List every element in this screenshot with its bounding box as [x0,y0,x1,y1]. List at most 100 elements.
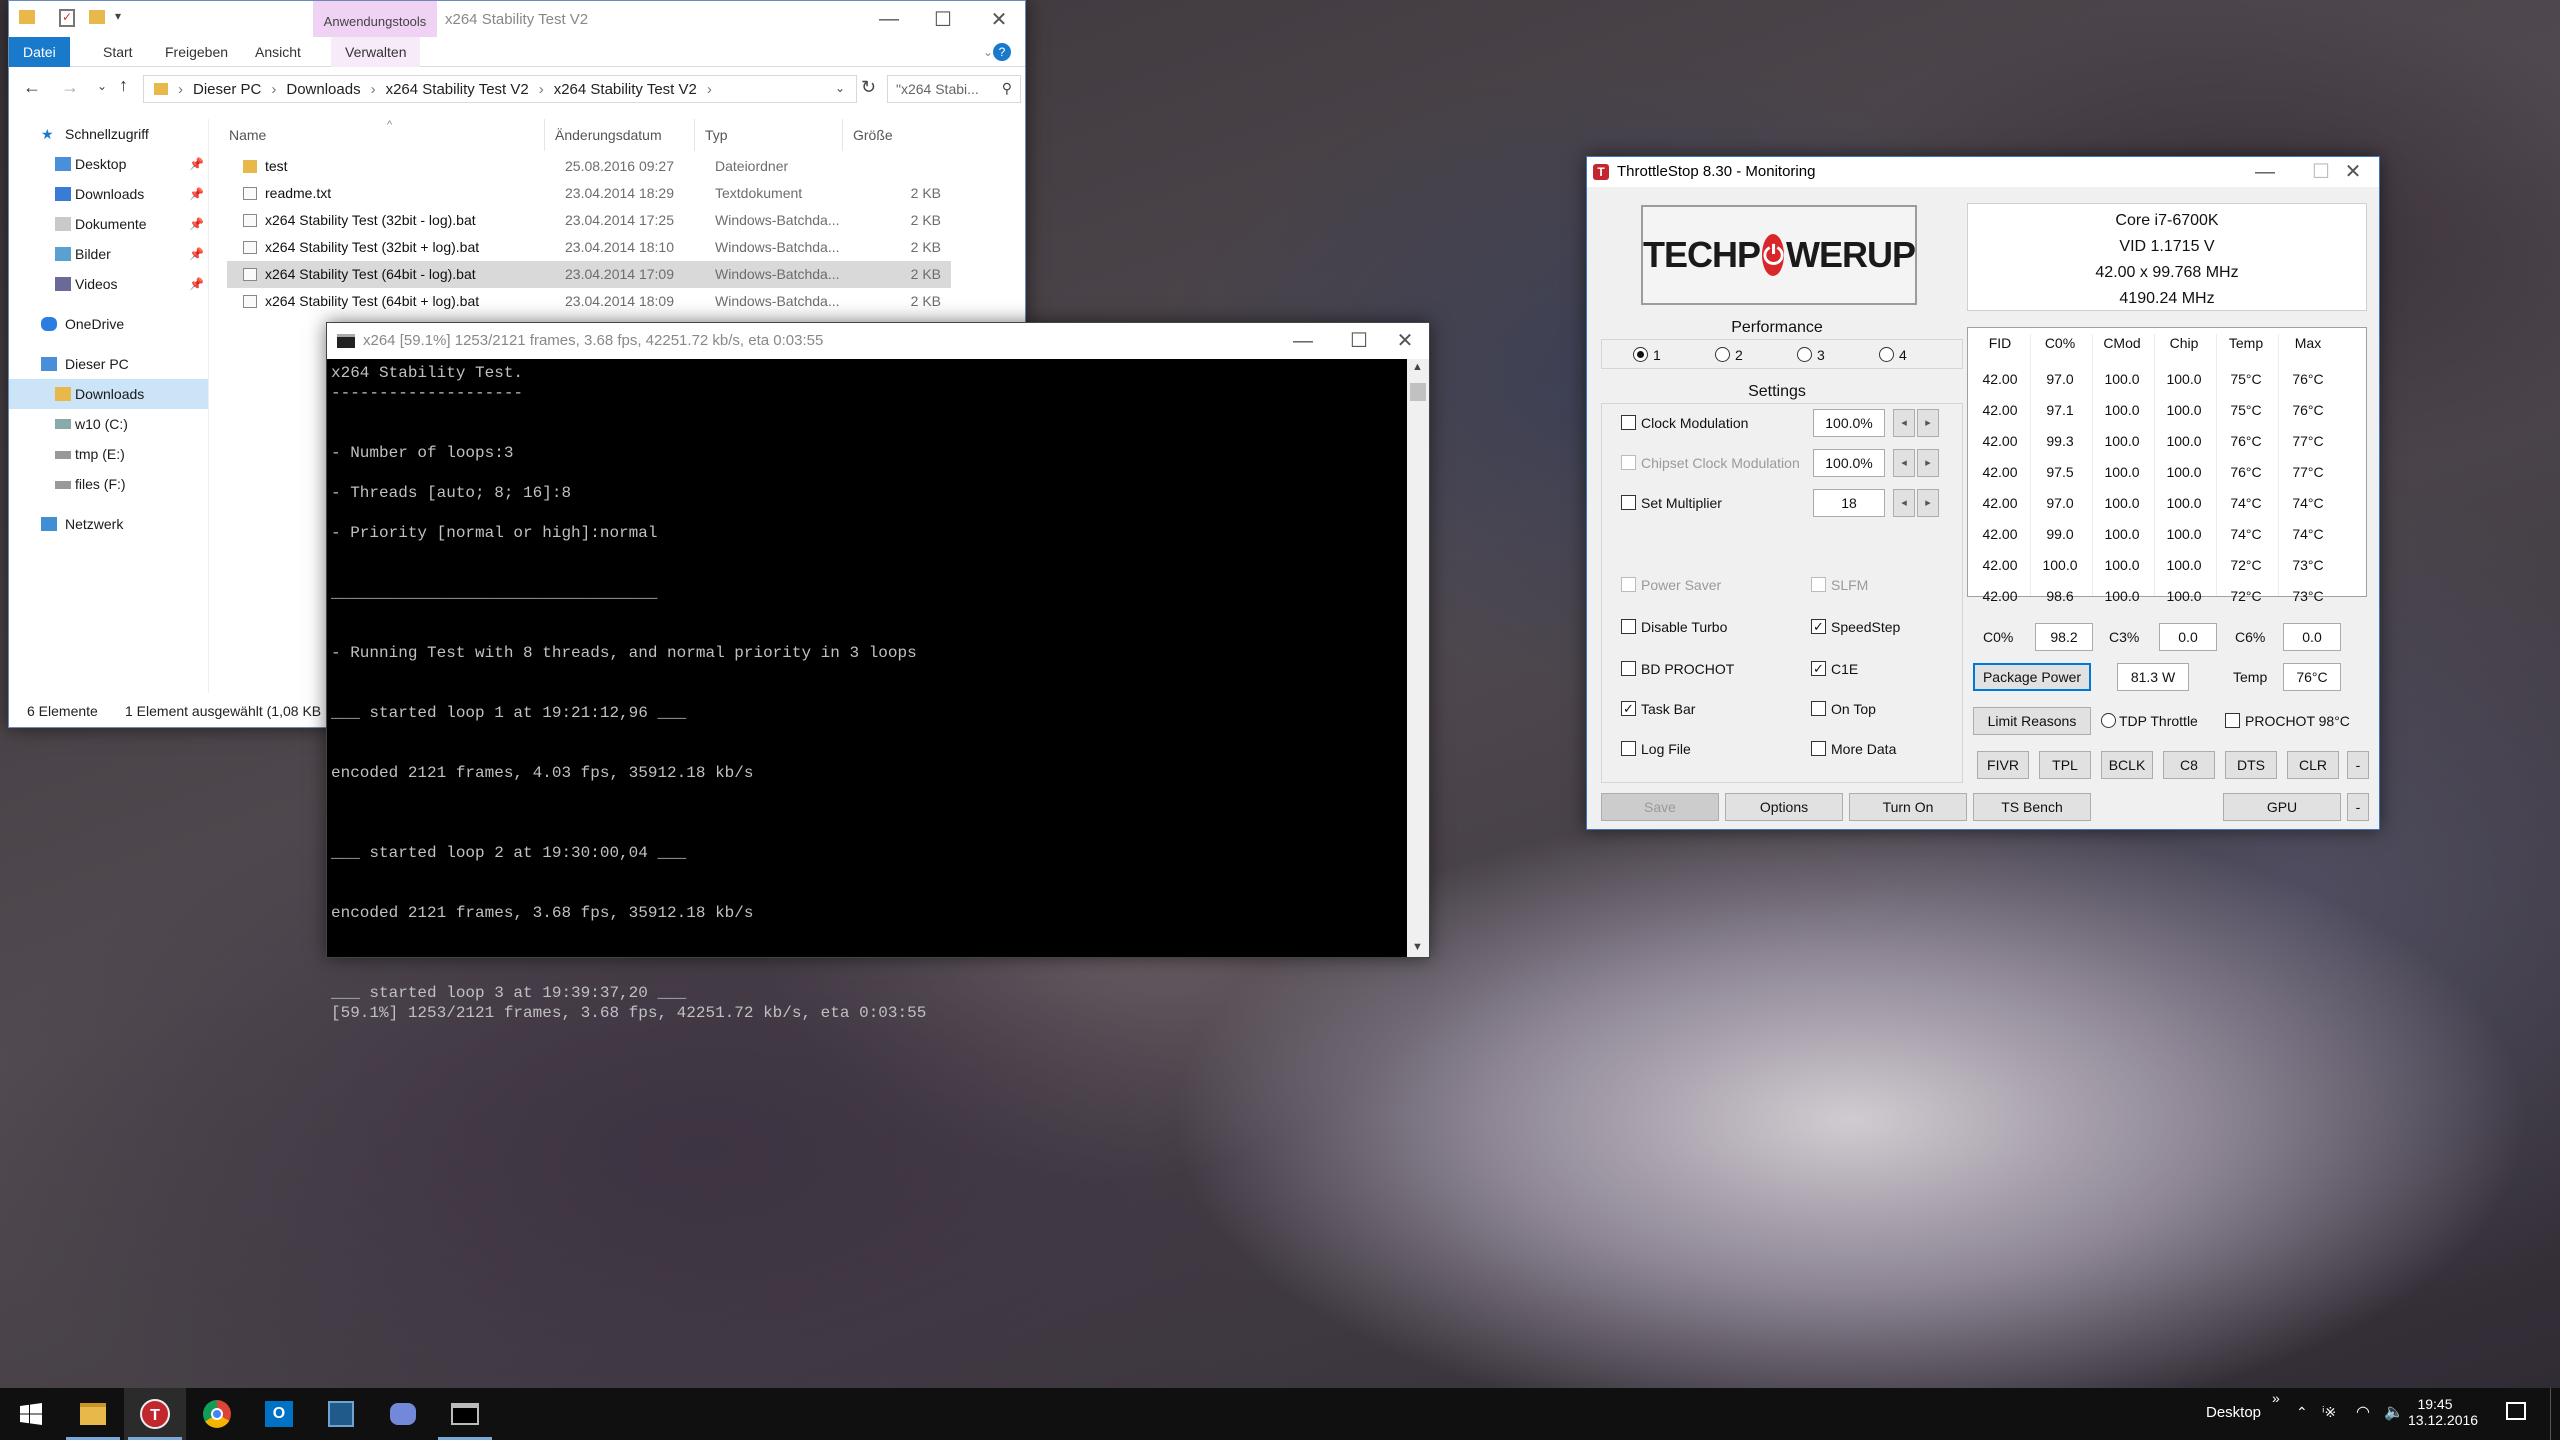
taskbar-outlook[interactable]: O [248,1388,310,1440]
bd-prochot-checkbox[interactable] [1621,661,1636,676]
toolbar-expand-icon[interactable]: » [2272,1390,2280,1406]
close-icon[interactable]: ✕ [971,1,1027,37]
slfm-checkbox[interactable] [1811,577,1826,592]
start-button[interactable] [0,1388,62,1440]
wifi-icon[interactable]: ◠ [2356,1402,2370,1422]
c8-button[interactable]: C8 [2163,751,2215,779]
spin-right-icon[interactable]: ▸ [1917,409,1939,437]
spin-right-icon[interactable]: ▸ [1917,449,1939,477]
nav-item-downloads-selected[interactable]: Downloads [9,379,208,409]
column-type[interactable]: Typ [695,119,843,151]
desktop-toolbar-label[interactable]: Desktop [2206,1404,2261,1421]
properties-icon[interactable]: ✓ [59,9,75,27]
nav-item-pictures[interactable]: Bilder 📌 [9,239,208,269]
speedstep-checkbox[interactable]: ✓ [1811,619,1826,634]
options-button[interactable]: Options [1725,793,1843,821]
disable-turbo-checkbox[interactable] [1621,619,1636,634]
tray-chevron-icon[interactable]: ⌃ [2296,1404,2308,1421]
nav-item-drive-c[interactable]: w10 (C:) [9,409,208,439]
turn-on-button[interactable]: Turn On [1849,793,1967,821]
file-row[interactable]: x264 Stability Test (32bit + log).bat 23.… [227,234,951,261]
breadcrumb-item[interactable]: x264 Stability Test V2 [554,81,697,98]
new-folder-icon[interactable] [89,10,105,24]
explorer-titlebar[interactable]: ✓ ▾ Anwendungstools x264 Stability Test … [9,1,1025,37]
close-icon[interactable]: ✕ [1377,323,1433,359]
spin-left-icon[interactable]: ◂ [1893,489,1915,517]
notifications-icon[interactable] [2506,1402,2526,1420]
limit-reasons-button[interactable]: Limit Reasons [1973,707,2091,735]
taskbar-explorer[interactable] [62,1388,124,1440]
address-dropdown-icon[interactable]: ⌄ [835,81,845,95]
console-scrollbar[interactable]: ▲ ▼ [1407,359,1429,957]
clock-modulation-checkbox[interactable] [1621,415,1636,430]
clock-modulation-value[interactable]: 100.0% [1813,409,1885,437]
profile-radio-4[interactable] [1879,347,1894,362]
console-titlebar[interactable]: x264 [59.1%] 1253/2121 frames, 3.68 fps,… [327,323,1429,359]
up-icon[interactable]: ↑ [119,75,128,96]
maximize-icon[interactable]: ☐ [915,1,971,37]
file-row[interactable]: x264 Stability Test (64bit - log).bat 23.… [227,261,951,288]
tab-freigeben[interactable]: Freigeben [151,37,242,67]
spin-left-icon[interactable]: ◂ [1893,449,1915,477]
tools-minus-button[interactable]: - [2347,751,2369,779]
column-date[interactable]: Änderungsdatum [545,119,695,151]
c1e-checkbox[interactable]: ✓ [1811,661,1826,676]
taskbar-console[interactable] [434,1388,496,1440]
chipset-modulation-checkbox[interactable] [1621,455,1636,470]
refresh-icon[interactable]: ↻ [861,77,876,98]
forward-icon[interactable]: → [61,77,79,98]
throttlestop-window[interactable]: T ThrottleStop 8.30 - Monitoring — ☐ ✕ T… [1586,156,2380,830]
recent-dropdown-icon[interactable]: ⌄ [97,79,107,93]
techpowerup-logo[interactable]: TECHP ⏻ WERUP [1641,205,1917,305]
column-size[interactable]: Größe [843,119,933,151]
ts-bench-button[interactable]: TS Bench [1973,793,2091,821]
nav-item-downloads[interactable]: Downloads 📌 [9,179,208,209]
scroll-thumb[interactable] [1410,383,1426,401]
nav-item-onedrive[interactable]: OneDrive [9,309,208,339]
nav-item-quick-access[interactable]: ★ Schnellzugriff [9,119,208,149]
spin-left-icon[interactable]: ◂ [1893,409,1915,437]
clr-button[interactable]: CLR [2287,751,2339,779]
set-multiplier-checkbox[interactable] [1621,495,1636,510]
gpu-minus-button[interactable]: - [2347,793,2369,821]
profile-radio-3[interactable] [1797,347,1812,362]
breadcrumb-item[interactable]: x264 Stability Test V2 [386,81,529,98]
package-power-button[interactable]: Package Power [1973,663,2091,691]
file-row[interactable]: x264 Stability Test (32bit - log).bat 23.… [227,207,951,234]
taskbar-chrome[interactable] [186,1388,248,1440]
nav-item-videos[interactable]: Videos 📌 [9,269,208,299]
taskbar-app[interactable] [310,1388,372,1440]
nav-item-network[interactable]: Netzwerk [9,509,208,539]
on-top-checkbox[interactable] [1811,701,1826,716]
save-button[interactable]: Save [1601,793,1719,821]
gpu-button[interactable]: GPU [2223,793,2341,821]
task-bar-checkbox[interactable]: ✓ [1621,701,1636,716]
nav-item-drive-f[interactable]: files (F:) [9,469,208,499]
minimize-icon[interactable]: — [1275,323,1331,359]
taskbar-discord[interactable] [372,1388,434,1440]
search-input[interactable]: "x264 Stabi... ⚲ [887,75,1021,103]
set-multiplier-value[interactable]: 18 [1813,489,1885,517]
profile-radio-1[interactable] [1633,347,1648,362]
tab-start[interactable]: Start [89,37,147,67]
scroll-down-icon[interactable]: ▼ [1412,941,1423,953]
file-row[interactable]: test 25.08.2016 09:27 Dateiordner [227,153,951,180]
chipset-modulation-value[interactable]: 100.0% [1813,449,1885,477]
ime-icon[interactable]: ⁱ※ [2322,1404,2336,1421]
show-desktop-button[interactable] [2550,1388,2551,1440]
prochot-checkbox[interactable] [2225,713,2240,728]
nav-item-documents[interactable]: Dokumente 📌 [9,209,208,239]
quick-access-dropdown-icon[interactable]: ▾ [115,9,121,23]
console-window[interactable]: x264 [59.1%] 1253/2121 frames, 3.68 fps,… [326,322,1430,1022]
fivr-button[interactable]: FIVR [1977,751,2029,779]
minimize-icon[interactable]: — [861,1,917,37]
nav-item-this-pc[interactable]: Dieser PC [9,349,208,379]
spin-right-icon[interactable]: ▸ [1917,489,1939,517]
help-icon[interactable]: ? [993,43,1011,61]
taskbar-throttlestop[interactable]: T [124,1388,186,1440]
breadcrumb-item[interactable]: Dieser PC [193,81,261,98]
profile-radio-2[interactable] [1715,347,1730,362]
scroll-up-icon[interactable]: ▲ [1412,361,1423,373]
nav-item-desktop[interactable]: Desktop 📌 [9,149,208,179]
back-icon[interactable]: ← [23,77,41,98]
